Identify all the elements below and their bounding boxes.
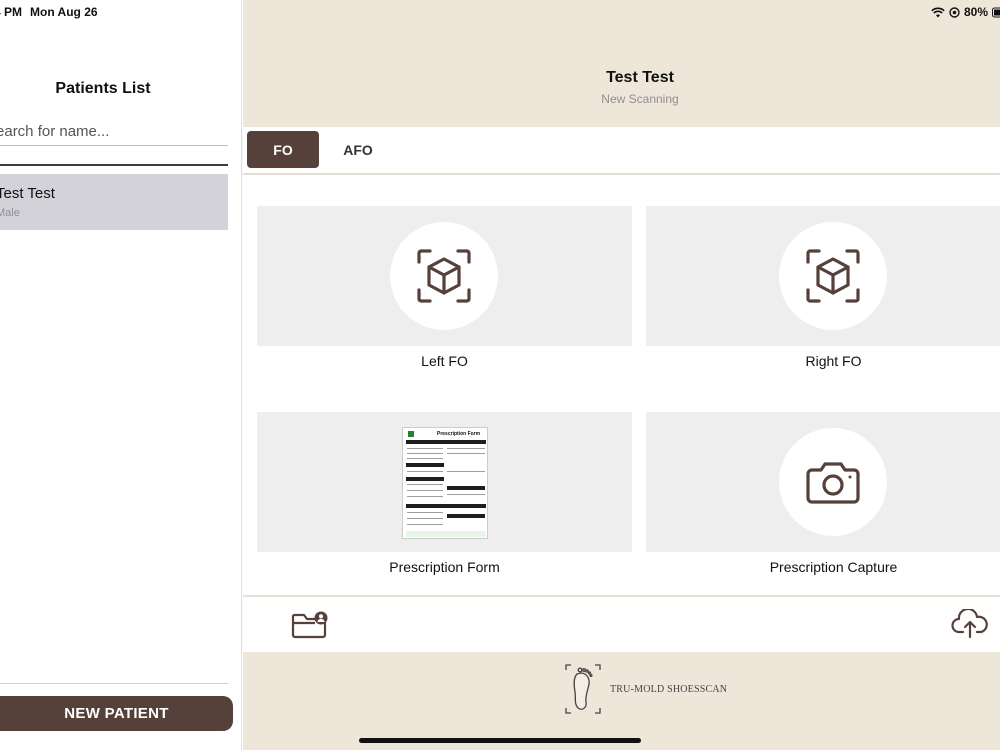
brand-name: TRU-MOLD SHOESSCAN — [610, 684, 728, 695]
right-fo-card[interactable] — [646, 206, 1000, 346]
form-band — [406, 440, 486, 444]
form-line — [447, 471, 485, 472]
patient-gender: Male — [0, 207, 20, 219]
form-line — [447, 494, 485, 495]
patient-folder-button[interactable] — [291, 610, 329, 640]
battery-icon — [992, 7, 1000, 17]
tab-fo[interactable]: FO — [247, 131, 319, 168]
prescription-capture-label: Prescription Capture — [769, 559, 898, 575]
form-band — [406, 504, 486, 508]
cloud-upload-button[interactable] — [951, 607, 989, 639]
form-line — [447, 453, 485, 454]
status-bar-right: 80% — [931, 5, 1000, 19]
scan-type-tabs: FO AFO — [243, 127, 1000, 173]
new-patient-button[interactable]: NEW PATIENT — [0, 696, 233, 731]
form-band — [447, 514, 485, 518]
location-lock-icon — [949, 6, 960, 18]
form-line — [447, 448, 485, 449]
status-date: Mon Aug 26 — [30, 5, 98, 19]
right-fo-label: Right FO — [805, 353, 862, 369]
scanning-panel: 80% Test Test New Scanning FO AFO Left F… — [243, 0, 1000, 750]
wifi-icon — [931, 7, 945, 17]
scan-options-grid: Left FO Right FO Prescription Form Presc… — [243, 175, 1000, 595]
battery-percent: 80% — [963, 5, 988, 19]
patient-folder-icon — [291, 611, 328, 639]
3d-scan-icon — [806, 249, 860, 303]
form-line — [407, 518, 443, 519]
left-fo-label: Left FO — [421, 353, 468, 369]
form-band — [406, 477, 444, 481]
left-fo-card[interactable] — [257, 206, 632, 346]
form-line — [407, 512, 443, 513]
form-band — [447, 486, 485, 490]
tab-afo[interactable]: AFO — [323, 131, 393, 168]
bottom-divider — [0, 683, 228, 684]
foot-scan-logo-icon — [565, 664, 601, 714]
home-indicator[interactable] — [359, 738, 641, 743]
patients-sidebar: 4 PM Mon Aug 26 Patients List Test Test … — [0, 0, 242, 750]
form-line — [407, 490, 443, 491]
form-line — [407, 484, 443, 485]
prescription-form-thumbnail: Prescription Form — [402, 427, 488, 539]
prescription-form-card[interactable]: Prescription Form — [257, 412, 632, 552]
right-fo-circle — [779, 222, 887, 330]
status-time: 4 PM — [0, 5, 23, 19]
form-line — [407, 471, 443, 472]
action-footer — [243, 597, 1000, 652]
camera-icon — [806, 462, 860, 504]
form-line — [407, 496, 443, 497]
search-input[interactable] — [0, 118, 228, 146]
prescription-form-label: Prescription Form — [389, 559, 500, 575]
search-container — [0, 118, 228, 148]
form-line — [407, 448, 443, 449]
form-footer-bar — [406, 531, 486, 537]
form-line — [407, 524, 443, 525]
prescription-capture-circle — [779, 428, 887, 536]
cloud-upload-icon — [951, 607, 988, 639]
form-band — [406, 463, 444, 467]
patient-header-name: Test Test — [606, 69, 674, 86]
list-divider — [0, 164, 228, 166]
patients-list-title: Patients List — [55, 80, 151, 97]
brand-logo: TRU-MOLD SHOESSCAN — [563, 662, 727, 716]
3d-scan-icon — [417, 249, 471, 303]
patient-list-item[interactable]: Test Test Male — [0, 174, 228, 230]
form-line — [407, 458, 443, 459]
left-fo-circle — [390, 222, 498, 330]
form-thumbnail-title: Prescription Form — [437, 431, 481, 437]
form-logo — [408, 431, 414, 437]
patient-name: Test Test — [0, 185, 55, 202]
form-line — [407, 453, 443, 454]
prescription-capture-card[interactable] — [646, 412, 1000, 552]
header-subtitle: New Scanning — [601, 92, 679, 106]
